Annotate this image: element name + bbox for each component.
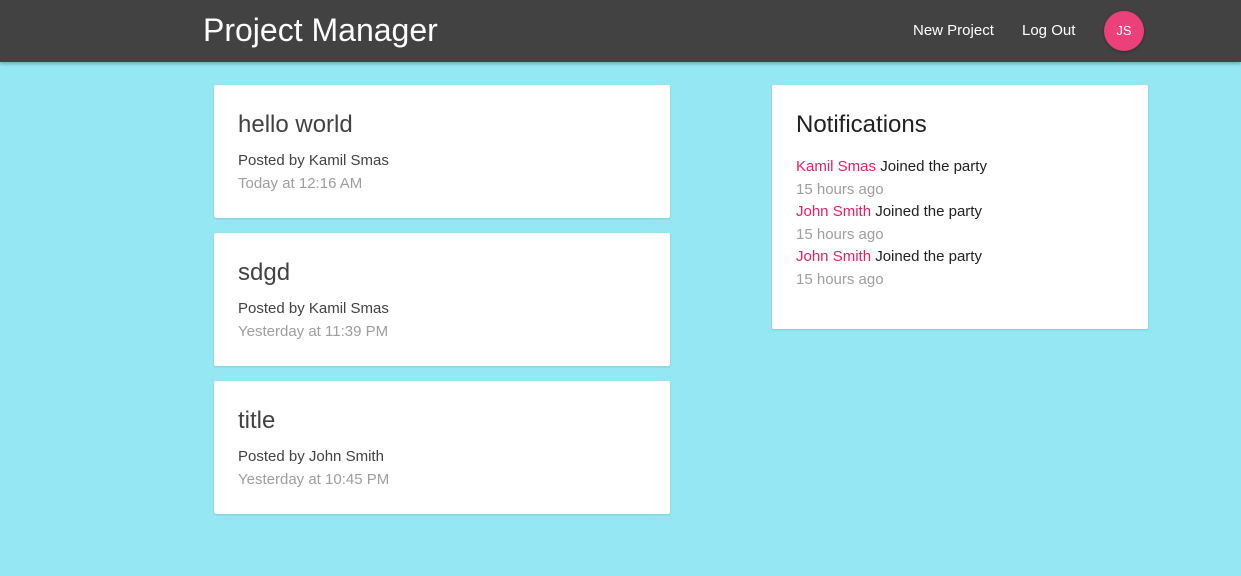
- brand-logo-link[interactable]: Project Manager: [203, 10, 438, 50]
- notification-user-link[interactable]: John Smith: [796, 203, 871, 220]
- project-author: Posted by John Smith: [238, 448, 384, 465]
- notification-item: John Smith Joined the party 15 hours ago: [796, 246, 987, 291]
- project-card[interactable]: sdgd Posted by Kamil Smas Yesterday at 1…: [214, 233, 670, 366]
- notification-text: Joined the party: [875, 248, 982, 265]
- project-card[interactable]: title Posted by John Smith Yesterday at …: [214, 381, 670, 514]
- project-card[interactable]: hello world Posted by Kamil Smas Today a…: [214, 85, 670, 218]
- notifications-panel: Notifications Kamil Smas Joined the part…: [772, 85, 1148, 329]
- user-avatar[interactable]: JS: [1104, 11, 1144, 51]
- top-navbar: Project Manager New Project Log Out JS: [0, 0, 1241, 62]
- project-title: sdgd: [238, 259, 291, 286]
- project-title: hello world: [238, 111, 353, 138]
- project-date: Yesterday at 11:39 PM: [238, 323, 389, 340]
- log-out-link[interactable]: Log Out: [1022, 21, 1075, 41]
- notification-user-link[interactable]: Kamil Smas: [796, 158, 876, 175]
- notification-text: Joined the party: [880, 158, 987, 175]
- project-date: Today at 12:16 AM: [238, 175, 363, 192]
- project-author: Posted by Kamil Smas: [238, 152, 389, 169]
- notification-time: 15 hours ago: [796, 271, 884, 288]
- project-author: Posted by Kamil Smas: [238, 300, 389, 317]
- new-project-link[interactable]: New Project: [913, 21, 994, 41]
- notification-item: Kamil Smas Joined the party 15 hours ago: [796, 156, 987, 201]
- notification-text: Joined the party: [875, 203, 982, 220]
- notification-item: John Smith Joined the party 15 hours ago: [796, 201, 987, 246]
- project-title: title: [238, 407, 276, 434]
- notifications-list: Kamil Smas Joined the party 15 hours ago…: [796, 156, 987, 291]
- notification-time: 15 hours ago: [796, 226, 884, 243]
- notification-time: 15 hours ago: [796, 181, 884, 198]
- notifications-title: Notifications: [796, 111, 927, 138]
- project-date: Yesterday at 10:45 PM: [238, 471, 390, 488]
- notification-user-link[interactable]: John Smith: [796, 248, 871, 265]
